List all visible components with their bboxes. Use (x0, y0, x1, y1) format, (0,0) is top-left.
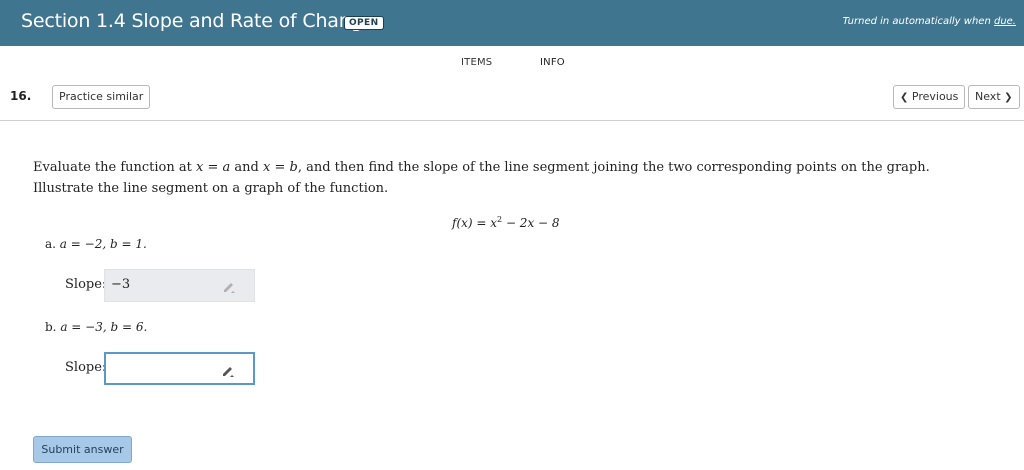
function-formula: f(x) = x2 − 2x − 8 (452, 215, 560, 230)
pencil-icon[interactable] (221, 364, 235, 378)
math-b: b (289, 160, 298, 175)
part-b-condition: b. a = −3, b = 6. (45, 320, 147, 334)
slope-a-label: Slope: (65, 277, 107, 292)
slope-a-value: −3 (111, 277, 131, 292)
slope-b-answer-field[interactable] (104, 352, 255, 385)
due-link[interactable]: due. (994, 16, 1016, 27)
assignment-title: Section 1.4 Slope and Rate of Change (21, 10, 374, 32)
part-a-condition: a. a = −2, b = 1. (45, 237, 147, 251)
due-note: Turned in automatically when due. (843, 16, 1016, 27)
previous-button[interactable]: ❮ Previous (893, 85, 966, 109)
part-b-label: b. (45, 320, 57, 334)
practice-similar-button[interactable]: Practice similar (52, 85, 151, 109)
prompt-text-1: Evaluate the function at (33, 160, 196, 175)
chevron-right-icon: ❯ (1004, 92, 1013, 103)
slope-b-label: Slope: (65, 360, 107, 375)
chevron-left-icon: ❮ (900, 92, 909, 103)
slope-a-answer-field: −3 (104, 269, 255, 302)
part-a-values: a = −2, b = 1. (59, 237, 147, 251)
open-status-badge: OPEN (344, 16, 384, 30)
prompt-text-3: and (230, 160, 263, 175)
due-note-text: Turned in automatically when (842, 16, 994, 27)
header-divider (0, 120, 1024, 121)
part-a-label: a. (45, 237, 56, 251)
assignment-header: Section 1.4 Slope and Rate of Change OPE… (0, 0, 1024, 46)
question-number: 16. (10, 89, 32, 103)
prompt-text-4: = (270, 160, 290, 175)
prompt-text-2: = (203, 160, 223, 175)
next-label: Next (975, 90, 1001, 103)
submit-answer-button[interactable]: Submit answer (33, 436, 132, 463)
part-b-values: a = −3, b = 6. (60, 320, 148, 334)
previous-label: Previous (911, 90, 959, 103)
formula-rhs: − 2x − 8 (502, 216, 560, 230)
next-button[interactable]: Next ❯ (968, 85, 1020, 109)
pencil-icon (224, 283, 235, 293)
tab-info[interactable]: INFO (540, 57, 565, 68)
question-prompt: Evaluate the function at x = a and x = b… (33, 157, 983, 199)
formula-lhs: f(x) = x (452, 216, 498, 230)
tab-items[interactable]: ITEMS (461, 57, 492, 68)
